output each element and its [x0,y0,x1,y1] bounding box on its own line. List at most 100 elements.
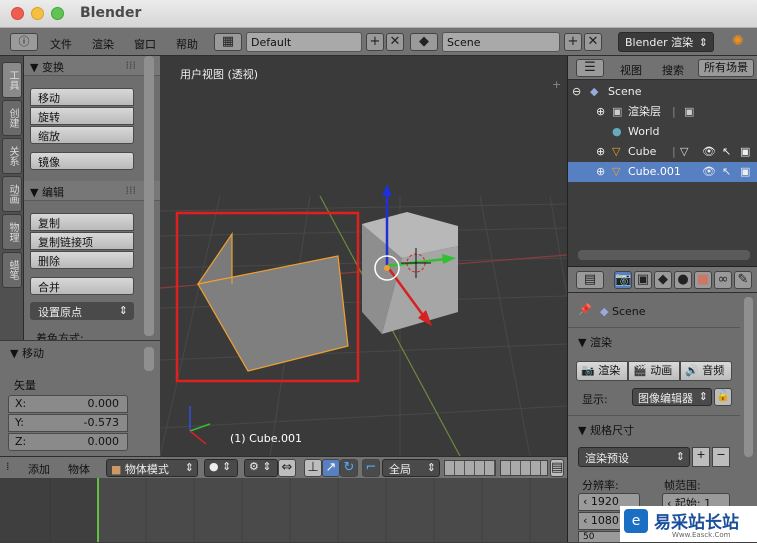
outliner-editor-icon[interactable]: ☰ [576,59,604,77]
scene-icon[interactable]: ◆ [410,33,438,51]
move-button[interactable]: 移动 [30,88,134,106]
transform-panel-header[interactable]: ▼ 变换 ⁞⁞⁞ [24,56,160,76]
duplicate-linked-button[interactable]: 复制链接项 [30,232,134,250]
editor-type-icon[interactable]: ⓘ [10,33,38,51]
constraints-tab-icon[interactable]: ∞ [714,271,732,289]
object-tab-icon[interactable]: ■ [694,271,712,289]
select-arrow-icon[interactable]: ↖ [722,142,731,162]
menu-object[interactable]: 物体 [68,461,90,477]
visibility-eye-icon[interactable]: 👁 [702,142,716,162]
properties-scrollbar[interactable] [744,297,753,457]
transform-orientation-select[interactable]: 全局 ⇕ [382,459,440,477]
select-arrow-icon[interactable]: ↖ [722,162,731,182]
render-panel-header[interactable]: ▼ 渲染 [568,327,740,351]
render-image-button[interactable]: 📷 渲染 [576,361,628,381]
pivot-point-select[interactable]: ⚙ ⇕ [244,459,278,477]
remove-scene-button[interactable]: ✕ [584,33,602,51]
maximize-window-button[interactable] [51,7,64,20]
render-engine-select[interactable]: Blender 渲染 ⇕ [618,32,714,52]
mode-select[interactable]: ■ 物体模式 ⇕ [106,459,198,477]
header-grip-icon[interactable]: ⁞ [6,460,10,473]
menu-help[interactable]: 帮助 [176,36,198,52]
mirror-button[interactable]: 镜像 [30,152,134,170]
properties-editor-icon[interactable]: ▤ [576,271,604,289]
outliner-scrollbar[interactable] [578,250,750,260]
render-layers-tab-icon[interactable]: ▣ [634,271,652,289]
visibility-eye-icon[interactable]: 👁 [702,162,716,182]
vector-z-field[interactable]: Z: 0.000 [8,433,128,451]
render-audio-button[interactable]: 🔊 音频 [680,361,732,381]
modifiers-tab-icon[interactable]: ✎ [734,271,752,289]
menu-file[interactable]: 文件 [50,36,72,52]
3d-viewport[interactable]: 用户视图 (透视) (1) Cube.001 + [160,56,567,456]
edit-panel-header[interactable]: ▼ 编辑 ⁞⁞⁞ [24,181,160,201]
scale-manipulator-icon[interactable]: ⌐ [362,459,380,477]
toolshelf-scrollbar[interactable] [144,56,154,336]
vector-x-field[interactable]: X: 0.000 [8,395,128,413]
menu-window[interactable]: 窗口 [134,36,156,52]
outliner-header: ☰ 视图 搜索 所有场景 [568,56,757,80]
tab-physics[interactable]: 物理 [2,214,22,250]
outliner-menu-search[interactable]: 搜索 [662,62,684,78]
outliner-row-cube[interactable]: ⊕ ▽ Cube | ▽ 👁 ↖ ▣ [568,142,757,162]
layout-field[interactable]: Default [246,32,362,52]
add-preset-button[interactable]: + [692,447,710,467]
rotate-manipulator-icon[interactable]: ↻ [340,459,358,477]
dimensions-panel-header[interactable]: ▼ 规格尺寸 [568,415,740,439]
viewport-expand-icon[interactable]: + [552,78,561,91]
layers-grid-2[interactable] [500,460,548,476]
scale-button[interactable]: 缩放 [30,126,134,144]
pin-icon[interactable]: 📌 [578,303,592,316]
mini-x-axis [189,430,207,445]
set-origin-select[interactable]: 设置原点 ⇕ [30,302,134,320]
rotate-button[interactable]: 旋转 [30,107,134,125]
duplicate-button[interactable]: 复制 [30,213,134,231]
layers-grid-1[interactable] [444,460,496,476]
viewport-scene [160,184,567,456]
remove-preset-button[interactable]: − [712,447,730,467]
all-scenes-select[interactable]: 所有场景 [698,59,754,77]
manipulator-toggle-icon[interactable]: ⇔ [278,459,296,477]
display-label: 显示: [582,393,608,406]
minimize-window-button[interactable] [31,7,44,20]
viewport-shading-select[interactable]: ● ⇕ [204,459,238,477]
add-layout-button[interactable]: + [366,33,384,51]
set-origin-label: 设置原点 [38,306,82,319]
tab-grease-pencil[interactable]: 蜡笔 [2,252,22,288]
display-select[interactable]: 图像编辑器 ⇕ [632,388,712,406]
layer-lock-icon[interactable]: ▤ [550,459,564,477]
render-animation-button[interactable]: 🎬 动画 [628,361,680,381]
transform-manipulator-icon[interactable]: ⊥ [304,459,322,477]
outliner-row-render-layers[interactable]: ⊕ ▣ 渲染层 | ▣ [568,102,757,122]
lock-interface-icon[interactable]: 🔓 [714,388,732,406]
outliner-row-world[interactable]: ● World [568,122,757,142]
tab-tools[interactable]: 工具 [2,62,22,98]
tab-animation[interactable]: 动画 [2,176,22,212]
menu-add[interactable]: 添加 [28,461,50,477]
outliner-row-scene[interactable]: ⊖ ◆ Scene [568,82,757,102]
operator-scrollbar[interactable] [144,347,154,371]
remove-layout-button[interactable]: ✕ [386,33,404,51]
timeline[interactable] [0,478,567,542]
vector-y-field[interactable]: Y: -0.573 [8,414,128,432]
render-preset-select[interactable]: 渲染预设 ⇕ [578,447,690,467]
render-camera-icon[interactable]: ▣ [740,162,750,182]
watermark: e 易采站长站 Www.Easck.Com [620,506,757,542]
join-button[interactable]: 合并 [30,277,134,295]
close-window-button[interactable] [11,7,24,20]
tab-relations[interactable]: 关系 [2,138,22,174]
scene-field[interactable]: Scene [442,32,560,52]
scene-tab-icon[interactable]: ◆ [654,271,672,289]
render-tab-icon[interactable]: 📷 [614,271,632,289]
operator-header[interactable]: ▼ 移动 [10,345,44,361]
screen-layout-icon[interactable]: ▦ [214,33,242,51]
menu-render[interactable]: 渲染 [92,36,114,52]
world-tab-icon[interactable]: ● [674,271,692,289]
delete-button[interactable]: 删除 [30,251,134,269]
outliner-row-cube001[interactable]: ⊕ ▽ Cube.001 👁 ↖ ▣ [568,162,757,182]
render-camera-icon[interactable]: ▣ [740,142,750,162]
outliner-menu-view[interactable]: 视图 [620,62,642,78]
translate-manipulator-icon[interactable]: ↗ [322,459,340,477]
tab-create[interactable]: 创建 [2,100,22,136]
add-scene-button[interactable]: + [564,33,582,51]
